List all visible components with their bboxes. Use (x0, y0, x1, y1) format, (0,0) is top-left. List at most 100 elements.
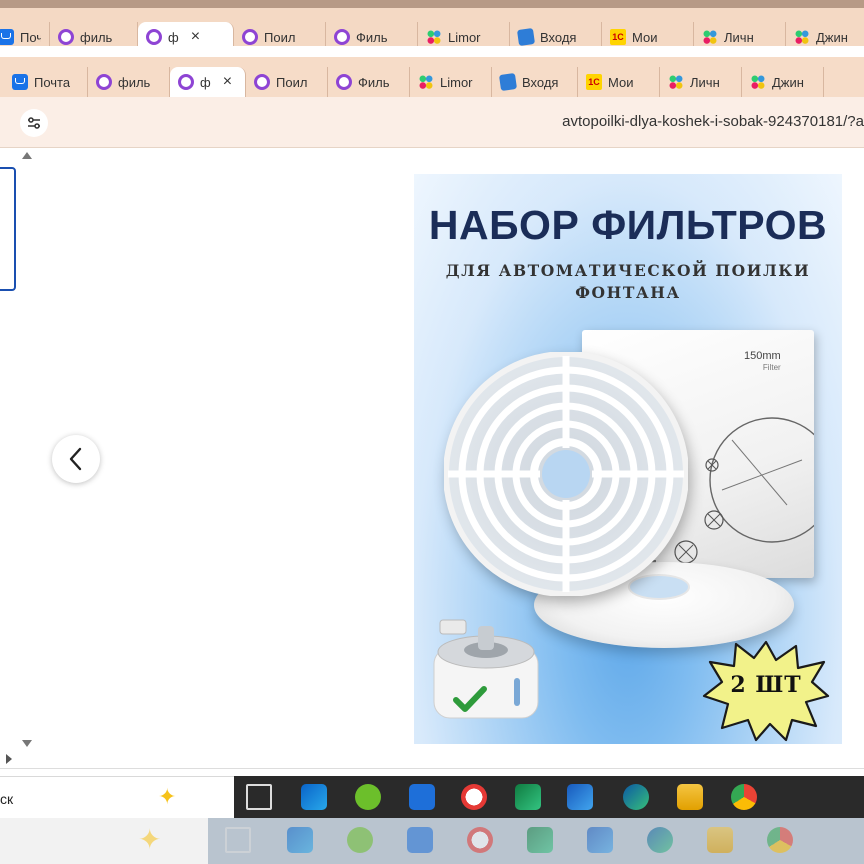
ghost-taskbar-task-view-button (224, 826, 252, 854)
dots-icon (702, 29, 718, 45)
file-explorer-icon (707, 827, 733, 853)
tab-1[interactable]: филь (88, 67, 170, 97)
ghost-tab-5[interactable]: Limor (418, 22, 510, 46)
ghost-taskbar-utorrent-button (346, 826, 374, 854)
ghost-taskbar-file-explorer-button (706, 826, 734, 854)
url-text[interactable]: avtopoilki-dlya-koshek-i-sobak-924370181… (562, 113, 864, 130)
copilot-sparkle-icon[interactable]: ✦ (158, 786, 176, 808)
taskbar-word-button[interactable] (566, 783, 594, 811)
close-tab-icon[interactable]: × (223, 73, 232, 91)
word-icon (587, 827, 613, 853)
ghost-taskbar-excel-button (526, 826, 554, 854)
close-tab-icon[interactable]: × (191, 28, 200, 46)
inbox-icon (498, 72, 518, 92)
tab-9[interactable]: Джин (742, 67, 824, 97)
tab-list: Почта филь ф × Поил Филь Limor Входя 1С Мои Личн Дж… (4, 57, 864, 97)
ghost-tab-2[interactable]: ф × (138, 22, 234, 46)
search-text[interactable]: ск (0, 791, 13, 807)
outlook-icon (301, 784, 327, 810)
ghost-taskbar-outlook-button (286, 826, 314, 854)
tab-2[interactable]: ф × (170, 67, 246, 97)
ozon-ring-icon (178, 74, 194, 90)
ghost-taskbar-chrome-button (766, 826, 794, 854)
ghost-tab-9[interactable]: Джин (786, 22, 864, 46)
inbox-icon (516, 27, 536, 46)
dots-icon (668, 74, 684, 90)
taskbar-search[interactable] (0, 776, 234, 819)
edge-icon (623, 784, 649, 810)
task-view-icon (225, 827, 251, 853)
ghost-tab-7[interactable]: 1С Мои (602, 22, 694, 46)
tab-4[interactable]: Филь (328, 67, 410, 97)
download-icon (407, 827, 433, 853)
tab-label: Джин (772, 74, 804, 90)
ghost-tab-8[interactable]: Личн (694, 22, 786, 46)
taskbar-chrome-button[interactable] (730, 783, 758, 811)
taskbar-excel-button[interactable] (514, 783, 542, 811)
tab-6[interactable]: Входя (492, 67, 578, 97)
ozon-ring-icon (334, 29, 350, 45)
tab-label: Филь (356, 29, 388, 45)
taskbar-outlook-button[interactable] (300, 783, 328, 811)
taskbar-file-explorer-button[interactable] (676, 783, 704, 811)
file-explorer-icon (677, 784, 703, 810)
ghost-sparkle-icon: ✦ (138, 824, 162, 855)
product-title: НАБОР ФИЛЬТРОВ (428, 202, 828, 248)
taskbar-download-button[interactable] (408, 783, 436, 811)
tab-label: Мои (632, 29, 658, 45)
ghost-tab-6[interactable]: Входя (510, 22, 602, 46)
chrome-icon (767, 827, 793, 853)
dots-icon (426, 29, 442, 45)
selected-thumbnail[interactable] (0, 167, 16, 291)
tab-label: ф (168, 29, 179, 45)
tab-label: Входя (522, 74, 559, 90)
box-label-size: 150mm (744, 350, 781, 362)
expand-arrow-icon[interactable] (6, 754, 12, 764)
dots-icon (794, 29, 810, 45)
ghost-tab-4[interactable]: Филь (326, 22, 418, 46)
chevron-left-icon (69, 447, 82, 471)
ozon-ring-icon (242, 29, 258, 45)
ghost-taskbar-word-button (586, 826, 614, 854)
ghost-taskbar-search (0, 818, 208, 864)
tab-label: Мои (608, 74, 634, 90)
excel-icon (515, 784, 541, 810)
task-view-icon (246, 784, 272, 810)
ghost-tab-strip: Почтафильф×ПоилФильLimorВходя1СМоиЛичнДж… (0, 0, 864, 46)
ghost-tab-1[interactable]: филь (50, 22, 138, 46)
tab-3[interactable]: Поил (246, 67, 328, 97)
tab-5[interactable]: Limor (410, 67, 492, 97)
ghost-taskbar-download-button (406, 826, 434, 854)
tab-label: Почта (20, 29, 41, 45)
browser-tab-strip: Почта филь ф × Поил Филь Limor Входя 1С Мои Личн Дж… (0, 57, 864, 97)
taskbar-task-view-button[interactable] (245, 783, 273, 811)
thumbnail-scroll-down-icon[interactable] (22, 740, 32, 747)
tab-label: Почта (34, 74, 71, 90)
ghost-tab-3[interactable]: Поил (234, 22, 326, 46)
taskbar-utorrent-button[interactable] (354, 783, 382, 811)
tab-label: Limor (440, 74, 473, 90)
ozon-ring-icon (146, 29, 162, 45)
taskbar (234, 776, 864, 818)
taskbar-edge-button[interactable] (622, 783, 650, 811)
carousel-prev-button[interactable] (52, 435, 100, 483)
ghost-taskbar-edge-button (646, 826, 674, 854)
check-icon (453, 686, 487, 712)
tab-label: Поил (264, 29, 296, 45)
download-icon (409, 784, 435, 810)
site-settings-button[interactable] (20, 109, 48, 137)
mail-icon (12, 74, 28, 90)
outlook-icon (287, 827, 313, 853)
ozon-ring-icon (254, 74, 270, 90)
taskbar-yandex-browser-button[interactable] (460, 783, 488, 811)
ghost-top-line (0, 0, 864, 8)
tab-0[interactable]: Почта (4, 67, 88, 97)
mail-icon (0, 29, 14, 45)
tab-8[interactable]: Личн (660, 67, 742, 97)
tab-7[interactable]: 1С Мои (578, 67, 660, 97)
thumbnail-scroll-up-icon[interactable] (22, 152, 32, 159)
box-label: 150mm Filter (744, 350, 781, 374)
tab-label: ф (200, 74, 211, 90)
ghost-tab-0[interactable]: Почта (0, 22, 50, 46)
tab-label: Филь (358, 74, 390, 90)
